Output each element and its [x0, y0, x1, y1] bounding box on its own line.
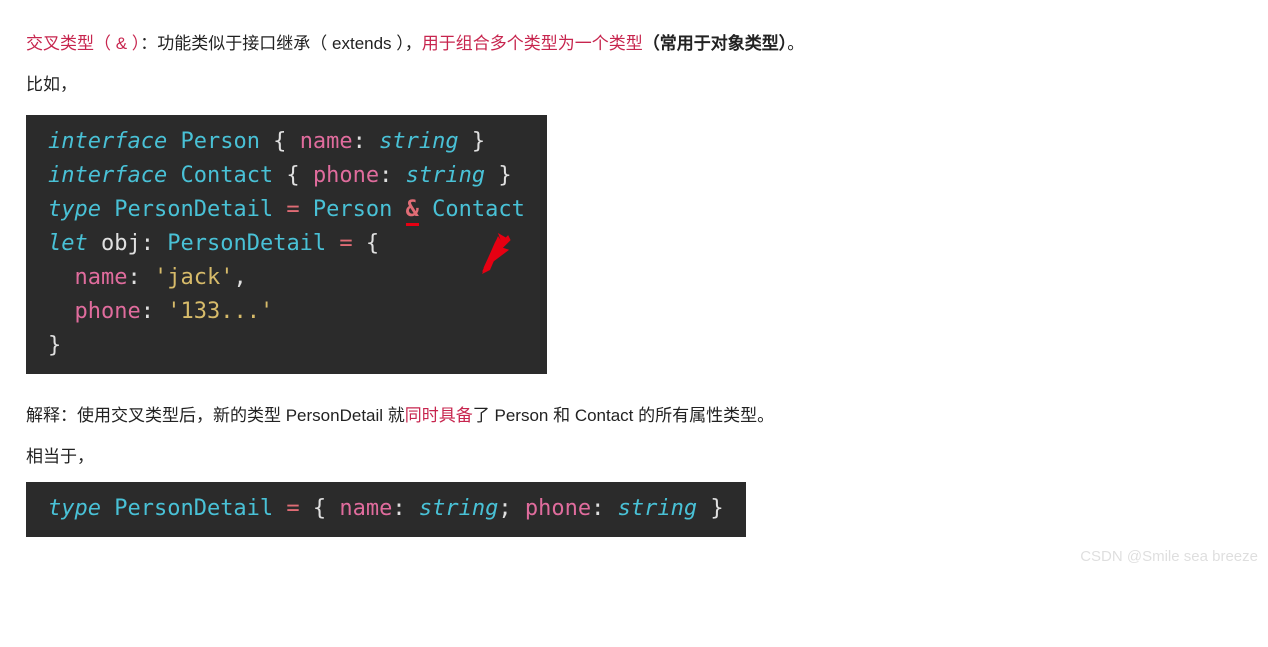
description-line-1: 交叉类型（ & ）：功能类似于接口继承（ extends ），用于组合多个类型为…	[26, 28, 1242, 59]
explanation-line: 解释：使用交叉类型后，新的类型 PersonDetail 就同时具备了 Pers…	[26, 400, 1242, 431]
var-obj: obj	[88, 231, 141, 256]
equivalent-label: 相当于，	[26, 441, 1242, 472]
explain-suffix: 了 Person 和 Contact 的所有属性类型。	[473, 406, 774, 425]
type-contact: Contact	[167, 163, 273, 188]
keyword-interface: interface	[48, 129, 167, 154]
code-block-1: interface Person { name: string } interf…	[26, 115, 547, 374]
prop-name: name	[300, 129, 353, 154]
type-string: string	[406, 163, 485, 188]
period: 。	[787, 34, 804, 53]
prop-phone: phone	[313, 163, 379, 188]
prop-phone: phone	[512, 496, 591, 521]
watermark: CSDN @Smile sea breeze	[1080, 543, 1258, 571]
explain-prefix: 解释：使用交叉类型后，新的类型 PersonDetail 就	[26, 406, 405, 425]
type-person: Person	[167, 129, 260, 154]
combine-types-text: 用于组合多个类型为一个类型	[422, 34, 643, 53]
object-type-bold: （常用于对象类型）	[643, 34, 788, 53]
prop-phone: phone	[75, 299, 141, 324]
prop-name: name	[75, 265, 128, 290]
type-persondetail: PersonDetail	[101, 496, 286, 521]
keyword-interface: interface	[48, 163, 167, 188]
type-string: string	[379, 129, 458, 154]
keyword-type: type	[48, 197, 101, 222]
func-similar-text: ：功能类似于接口继承（ extends ），	[140, 34, 422, 53]
intersection-type-label: 交叉类型	[26, 34, 94, 53]
equals-op: =	[286, 197, 299, 222]
string-jack: 'jack'	[154, 265, 233, 290]
type-string: string	[419, 496, 498, 521]
type-string: string	[618, 496, 697, 521]
amp-paren: （ & ）	[94, 34, 140, 53]
example-label: 比如，	[26, 69, 1242, 100]
keyword-let: let	[48, 231, 88, 256]
intersection-operator: &	[406, 197, 419, 226]
keyword-type: type	[48, 496, 101, 521]
string-133: '133...'	[167, 299, 273, 324]
prop-name: name	[339, 496, 392, 521]
type-persondetail: PersonDetail	[101, 197, 286, 222]
code-block-2: type PersonDetail = { name: string; phon…	[26, 482, 746, 536]
arrow-icon	[478, 230, 516, 276]
explain-highlight: 同时具备	[405, 406, 473, 425]
